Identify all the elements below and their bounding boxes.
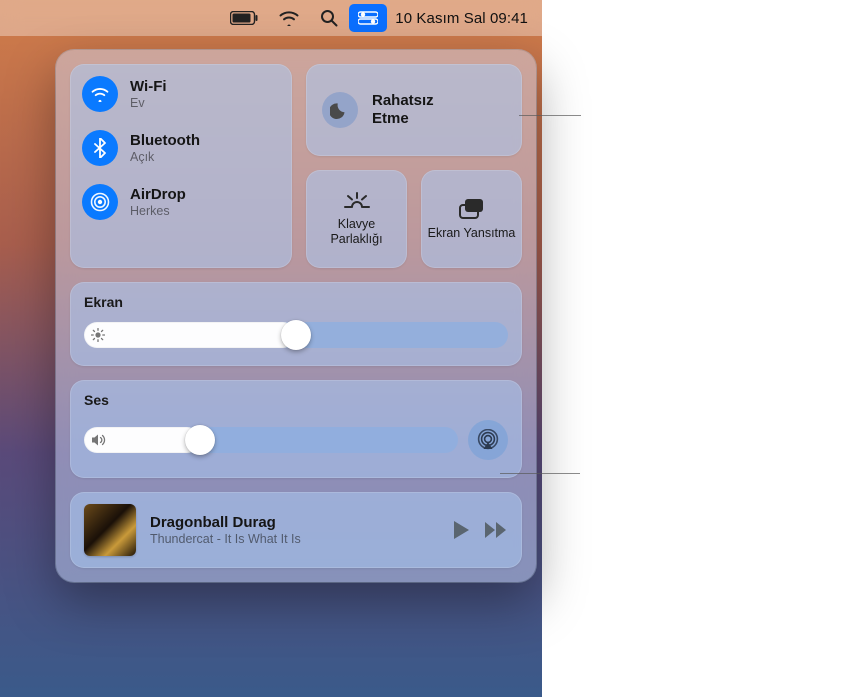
control-center-panel: Wi-Fi Ev Bluetooth Açık	[56, 50, 536, 582]
search-icon	[320, 9, 338, 27]
menubar: 10 Kasım Sal 09:41	[0, 0, 542, 36]
keyboard-brightness-label: Klavye Parlaklığı	[310, 217, 403, 247]
now-playing-title: Dragonball Durag	[150, 514, 438, 531]
display-title: Ekran	[84, 294, 508, 310]
display-brightness-panel: Ekran	[70, 282, 522, 366]
next-track-icon[interactable]	[484, 521, 508, 539]
wifi-icon	[82, 76, 118, 112]
wifi-icon	[278, 10, 300, 26]
sun-icon	[91, 328, 105, 342]
callout-line-dnd	[519, 115, 581, 116]
speaker-icon	[91, 433, 107, 447]
display-brightness-slider[interactable]	[84, 322, 508, 348]
control-center-menubar-item[interactable]	[349, 4, 387, 32]
sound-panel: Ses	[70, 380, 522, 478]
moon-icon	[322, 92, 358, 128]
play-icon[interactable]	[452, 520, 470, 540]
do-not-disturb-panel[interactable]: Rahatsız Etme	[306, 64, 522, 156]
airplay-audio-icon	[477, 429, 499, 451]
bluetooth-status: Açık	[130, 150, 200, 164]
connectivity-panel: Wi-Fi Ev Bluetooth Açık	[70, 64, 292, 268]
wifi-item[interactable]: Wi-Fi Ev	[82, 76, 280, 112]
control-center-icon	[358, 11, 378, 25]
album-art	[84, 504, 136, 556]
callout-line-airplay	[500, 473, 580, 474]
sound-volume-slider[interactable]	[84, 427, 458, 453]
bluetooth-label: Bluetooth	[130, 132, 200, 149]
bluetooth-icon	[82, 130, 118, 166]
airdrop-label: AirDrop	[130, 186, 186, 203]
menubar-datetime[interactable]: 10 Kasım Sal 09:41	[389, 10, 534, 27]
screen-mirroring-label: Ekran Yansıtma	[428, 226, 516, 241]
now-playing-panel[interactable]: Dragonball Durag Thundercat - It Is What…	[70, 492, 522, 568]
screen-mirroring-icon	[458, 198, 486, 220]
airdrop-status: Herkes	[130, 204, 186, 218]
spotlight-menubar-item[interactable]	[311, 4, 347, 32]
keyboard-brightness-button[interactable]: Klavye Parlaklığı	[306, 170, 407, 268]
airdrop-item[interactable]: AirDrop Herkes	[82, 184, 280, 220]
do-not-disturb-label: Rahatsız Etme	[372, 92, 472, 128]
bluetooth-item[interactable]: Bluetooth Açık	[82, 130, 280, 166]
airplay-audio-button[interactable]	[468, 420, 508, 460]
airdrop-icon	[82, 184, 118, 220]
screen-mirroring-button[interactable]: Ekran Yansıtma	[421, 170, 522, 268]
sound-title: Ses	[84, 392, 508, 408]
battery-icon	[230, 11, 258, 25]
now-playing-subtitle: Thundercat - It Is What It Is	[150, 532, 438, 546]
wifi-label: Wi-Fi	[130, 78, 167, 95]
keyboard-brightness-icon	[343, 191, 371, 211]
battery-menubar-item[interactable]	[221, 4, 267, 32]
wifi-status: Ev	[130, 96, 167, 110]
wifi-menubar-item[interactable]	[269, 4, 309, 32]
